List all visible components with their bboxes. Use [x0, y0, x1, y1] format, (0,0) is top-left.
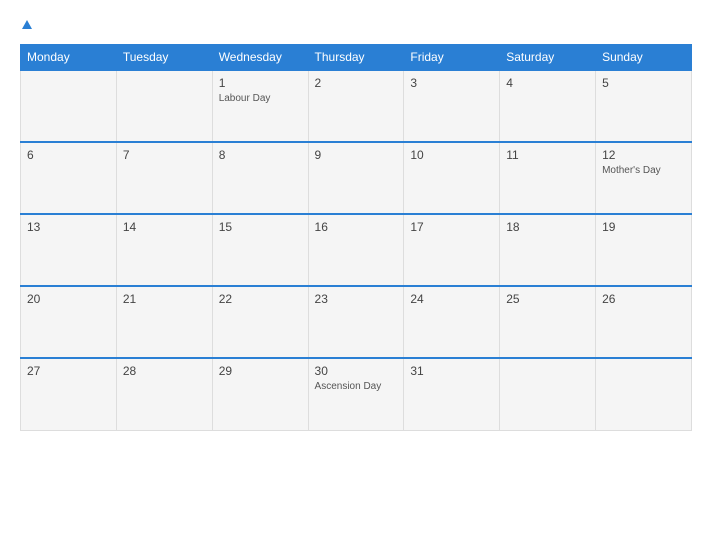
calendar-cell: 5 [596, 70, 692, 142]
day-number: 14 [123, 220, 206, 234]
day-number: 6 [27, 148, 110, 162]
calendar-week-2: 6789 10 11 12 Mother's Day [21, 142, 692, 214]
day-number: 5 [602, 76, 685, 90]
day-number: 1 [219, 76, 302, 90]
day-number: 29 [219, 364, 302, 378]
col-header-friday: Friday [404, 45, 500, 71]
calendar-cell: 28 [116, 358, 212, 430]
calendar-cell [21, 70, 117, 142]
calendar-cell: 22 [212, 286, 308, 358]
day-number: 7 [123, 148, 206, 162]
calendar-cell [596, 358, 692, 430]
calendar-cell: 13 [21, 214, 117, 286]
logo-triangle-icon [22, 20, 32, 29]
calendar-cell: 18 [500, 214, 596, 286]
day-number: 24 [410, 292, 493, 306]
calendar-header: MondayTuesdayWednesdayThursdayFridaySatu… [21, 45, 692, 71]
calendar-cell: 24 [404, 286, 500, 358]
day-number: 2 [315, 76, 398, 90]
calendar-body: 1Labour Day23456789101112Mother's Day131… [21, 70, 692, 430]
calendar-cell: 25 [500, 286, 596, 358]
day-number: 4 [506, 76, 589, 90]
calendar-week-3: 13 14 15 16 17 18 19 [21, 214, 692, 286]
col-header-sunday: Sunday [596, 45, 692, 71]
col-header-thursday: Thursday [308, 45, 404, 71]
header-row: MondayTuesdayWednesdayThursdayFridaySatu… [21, 45, 692, 71]
col-header-wednesday: Wednesday [212, 45, 308, 71]
day-number: 22 [219, 292, 302, 306]
day-number: 19 [602, 220, 685, 234]
day-number: 13 [27, 220, 110, 234]
day-number: 23 [315, 292, 398, 306]
day-number: 10 [410, 148, 493, 162]
calendar-cell: 23 [308, 286, 404, 358]
calendar-cell: 27 [21, 358, 117, 430]
day-number: 26 [602, 292, 685, 306]
calendar-cell: 6 [21, 142, 117, 214]
day-number: 3 [410, 76, 493, 90]
day-number: 15 [219, 220, 302, 234]
calendar-cell: 2 [308, 70, 404, 142]
day-number: 16 [315, 220, 398, 234]
calendar-cell: 10 [404, 142, 500, 214]
calendar-cell: 4 [500, 70, 596, 142]
holiday-label: Ascension Day [315, 381, 398, 392]
calendar-cell: 7 [116, 142, 212, 214]
day-number: 25 [506, 292, 589, 306]
calendar-cell: 19 [596, 214, 692, 286]
calendar-cell: 17 [404, 214, 500, 286]
day-number: 17 [410, 220, 493, 234]
day-number: 9 [315, 148, 398, 162]
header [20, 18, 692, 34]
calendar-week-5: 27 28 29 30 Ascension Day 31 [21, 358, 692, 430]
day-number: 28 [123, 364, 206, 378]
day-number: 20 [27, 292, 110, 306]
calendar-cell: 21 [116, 286, 212, 358]
calendar-cell: 12 Mother's Day [596, 142, 692, 214]
holiday-label: Labour Day [219, 93, 302, 104]
day-number: 12 [602, 148, 685, 162]
calendar-cell [500, 358, 596, 430]
calendar-cell: 31 [404, 358, 500, 430]
calendar-cell: 20 [21, 286, 117, 358]
calendar-cell: 15 [212, 214, 308, 286]
calendar-cell [116, 70, 212, 142]
calendar-cell: 3 [404, 70, 500, 142]
calendar-cell: 26 [596, 286, 692, 358]
calendar-cell: 29 [212, 358, 308, 430]
calendar-week-1: 1 Labour Day 2345 [21, 70, 692, 142]
calendar-cell: 8 [212, 142, 308, 214]
day-number: 18 [506, 220, 589, 234]
logo [20, 18, 32, 34]
calendar-cell: 11 [500, 142, 596, 214]
logo-top-line [20, 18, 32, 34]
col-header-monday: Monday [21, 45, 117, 71]
day-number: 8 [219, 148, 302, 162]
day-number: 11 [506, 148, 589, 162]
calendar-cell: 1 Labour Day [212, 70, 308, 142]
calendar-cell: 9 [308, 142, 404, 214]
day-number: 27 [27, 364, 110, 378]
day-number: 21 [123, 292, 206, 306]
holiday-label: Mother's Day [602, 165, 685, 176]
calendar-week-4: 20 21 22 23 24 25 26 [21, 286, 692, 358]
col-header-tuesday: Tuesday [116, 45, 212, 71]
page: MondayTuesdayWednesdayThursdayFridaySatu… [0, 0, 712, 550]
day-number: 31 [410, 364, 493, 378]
calendar-table: MondayTuesdayWednesdayThursdayFridaySatu… [20, 44, 692, 431]
calendar-cell: 30 Ascension Day [308, 358, 404, 430]
calendar-cell: 16 [308, 214, 404, 286]
calendar-cell: 14 [116, 214, 212, 286]
col-header-saturday: Saturday [500, 45, 596, 71]
day-number: 30 [315, 364, 398, 378]
